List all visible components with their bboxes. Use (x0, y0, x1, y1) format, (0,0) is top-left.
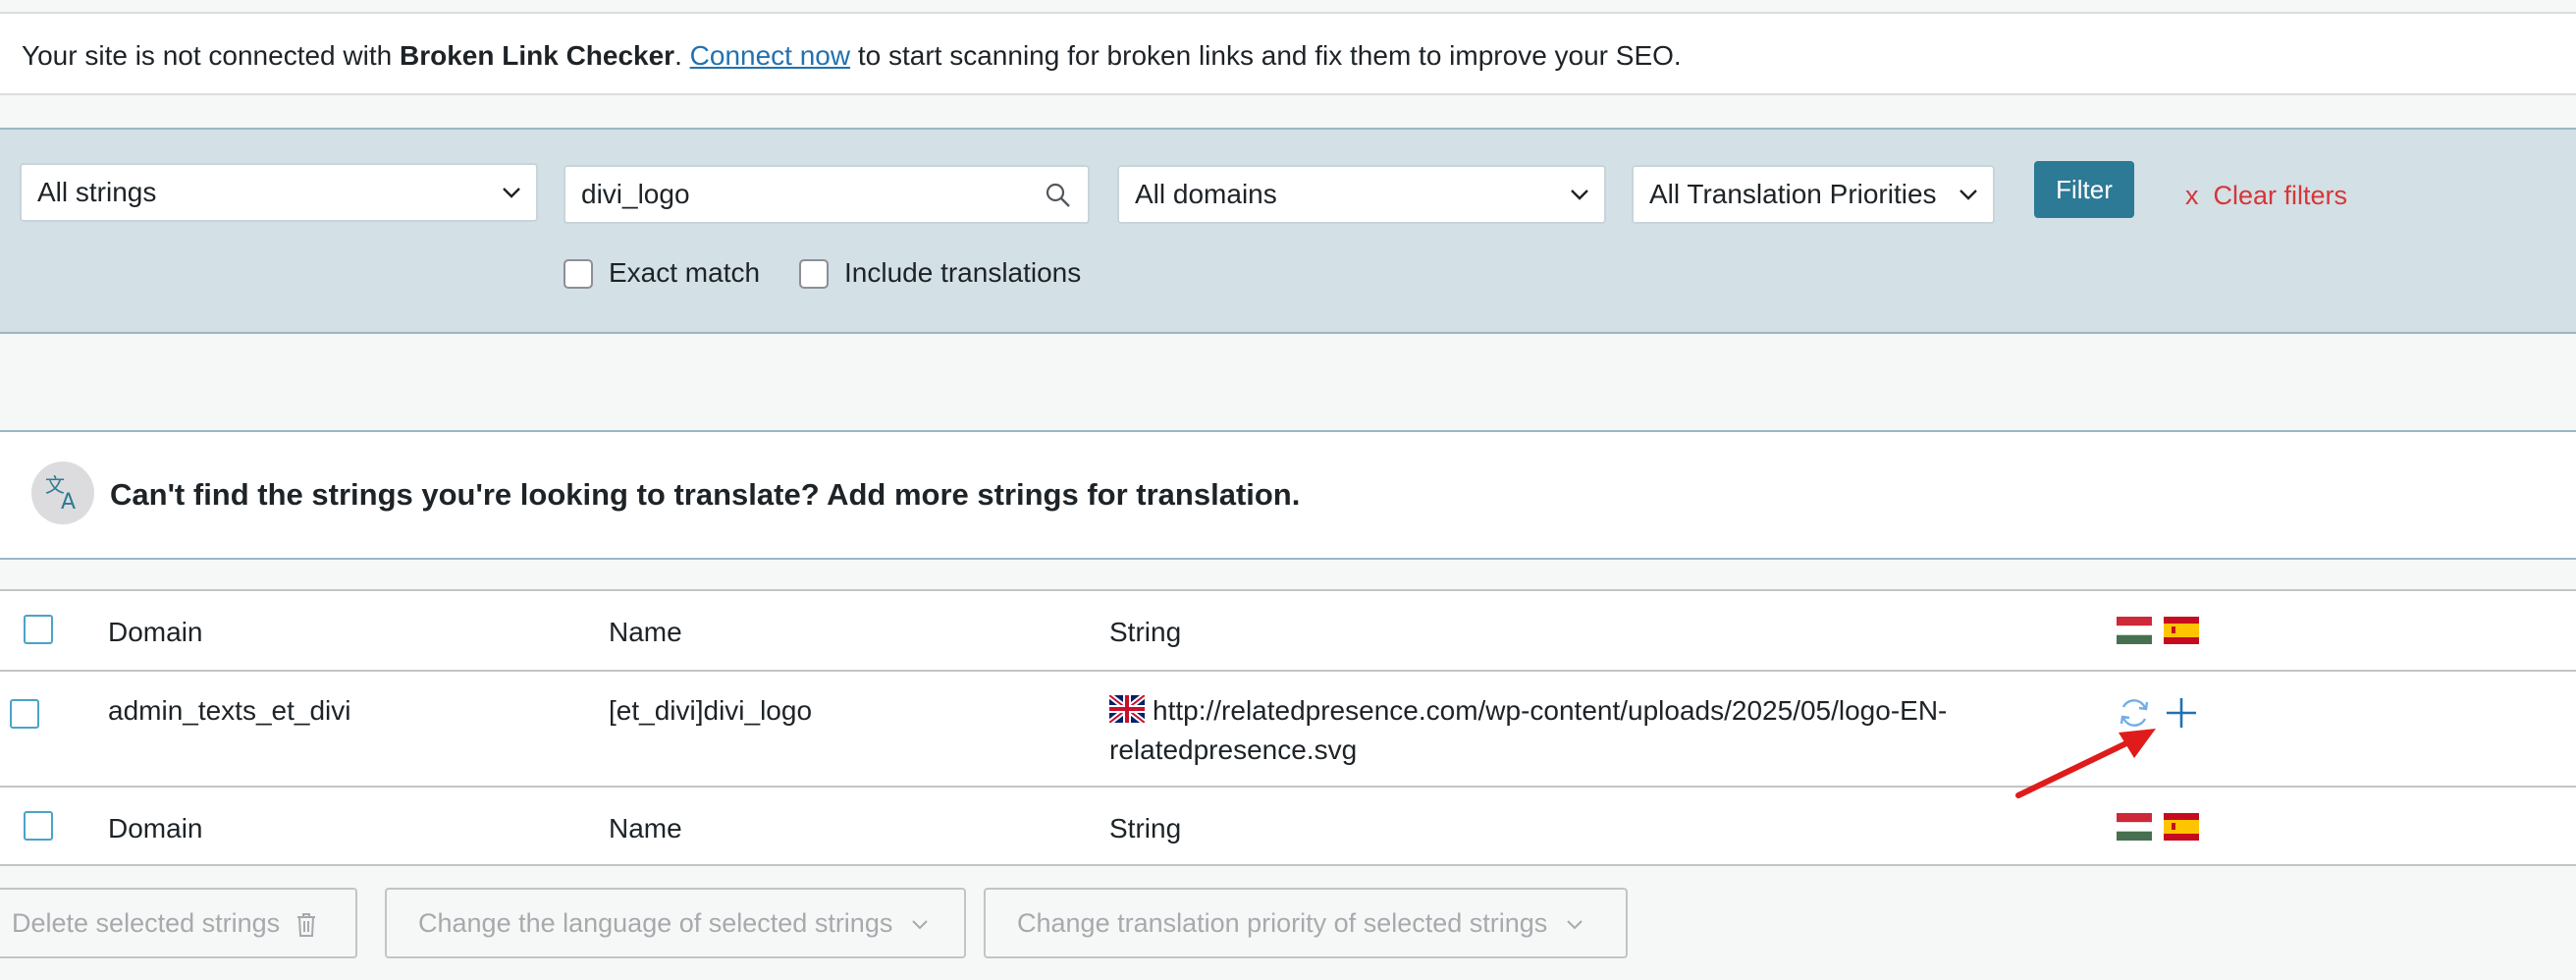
svg-text:A: A (61, 490, 76, 515)
row-string-line1: http://relatedpresence.com/wp-content/up… (1153, 695, 1948, 726)
include-translations-checkbox[interactable] (799, 259, 829, 289)
trash-icon (296, 912, 315, 937)
domains-select-value: All domains (1135, 179, 1277, 209)
add-strings-text[interactable]: Can't find the strings you're looking to… (110, 477, 1300, 513)
include-translations-label: Include translations (844, 257, 1082, 288)
filter-button[interactable]: Filter (2034, 161, 2134, 218)
priority-select[interactable]: All Translation Priorities (1632, 165, 1995, 224)
notice-text-after: to start scanning for broken links and f… (850, 40, 1682, 71)
filter-bar: All strings divi_logo All domains All Tr… (0, 128, 2576, 334)
strings-select-value: All strings (37, 177, 157, 207)
column-header-string[interactable]: String (1109, 617, 1181, 648)
clear-filters-label: Clear filters (2213, 181, 2348, 210)
exact-match-checkbox[interactable] (564, 259, 593, 289)
row-name: [et_divi]divi_logo (609, 695, 813, 726)
annotation-arrow (2015, 729, 2156, 798)
strings-select[interactable]: All strings (20, 163, 538, 222)
row-divider (0, 786, 2576, 788)
chevron-down-icon (1571, 190, 1588, 200)
column-footer-string[interactable]: String (1109, 813, 1181, 844)
priority-select-value: All Translation Priorities (1649, 179, 1937, 209)
domains-select[interactable]: All domains (1117, 165, 1606, 224)
clear-icon: x (2185, 181, 2199, 210)
notice-text-before: Your site is not connected with (22, 40, 400, 71)
hungary-flag-icon (2117, 617, 2152, 644)
delete-selected-label: Delete selected strings (12, 908, 281, 938)
row-domain: admin_texts_et_divi (108, 695, 351, 726)
connect-now-link[interactable]: Connect now (690, 40, 850, 71)
delete-selected-button[interactable]: Delete selected strings (0, 888, 357, 958)
uk-flag-icon (1109, 695, 1145, 723)
translate-icon: 文 A (31, 462, 94, 524)
search-input-value: divi_logo (581, 179, 690, 209)
column-header-name[interactable]: Name (609, 617, 682, 648)
chevron-down-icon (912, 920, 928, 930)
chevron-down-icon (1567, 920, 1583, 930)
column-footer-domain[interactable]: Domain (108, 813, 202, 844)
select-all-footer-checkbox[interactable] (24, 811, 53, 841)
notice-bar: Your site is not connected with Broken L… (0, 12, 2576, 95)
hungary-flag-icon (2117, 813, 2152, 841)
change-language-button[interactable]: Change the language of selected strings (385, 888, 966, 958)
change-priority-label: Change translation priority of selected … (1017, 908, 1548, 938)
chevron-down-icon (1959, 190, 1977, 200)
clear-filters-link[interactable]: x Clear filters (2185, 181, 2347, 211)
spacer-band (0, 334, 2576, 430)
plus-icon[interactable] (2164, 695, 2199, 731)
row-divider (0, 670, 2576, 672)
notice-period: . (674, 40, 690, 71)
spain-flag-icon (2164, 813, 2199, 841)
exact-match-label: Exact match (609, 257, 761, 288)
notice-brand: Broken Link Checker (399, 40, 675, 71)
add-strings-notice: 文 A Can't find the strings you're lookin… (0, 430, 2576, 560)
search-input[interactable]: divi_logo (564, 165, 1090, 224)
spain-flag-icon (2164, 617, 2199, 644)
select-all-checkbox[interactable] (24, 615, 53, 644)
row-string-line2: relatedpresence.svg (1109, 735, 1358, 765)
row-checkbox[interactable] (10, 699, 39, 729)
change-language-label: Change the language of selected strings (418, 908, 893, 938)
column-footer-name[interactable]: Name (609, 813, 682, 844)
chevron-down-icon (503, 188, 520, 198)
search-icon[interactable] (1045, 182, 1072, 209)
strings-table: Domain Name String admin_texts_et_divi [… (0, 589, 2576, 866)
change-priority-button[interactable]: Change translation priority of selected … (984, 888, 1628, 958)
column-header-domain[interactable]: Domain (108, 617, 202, 648)
